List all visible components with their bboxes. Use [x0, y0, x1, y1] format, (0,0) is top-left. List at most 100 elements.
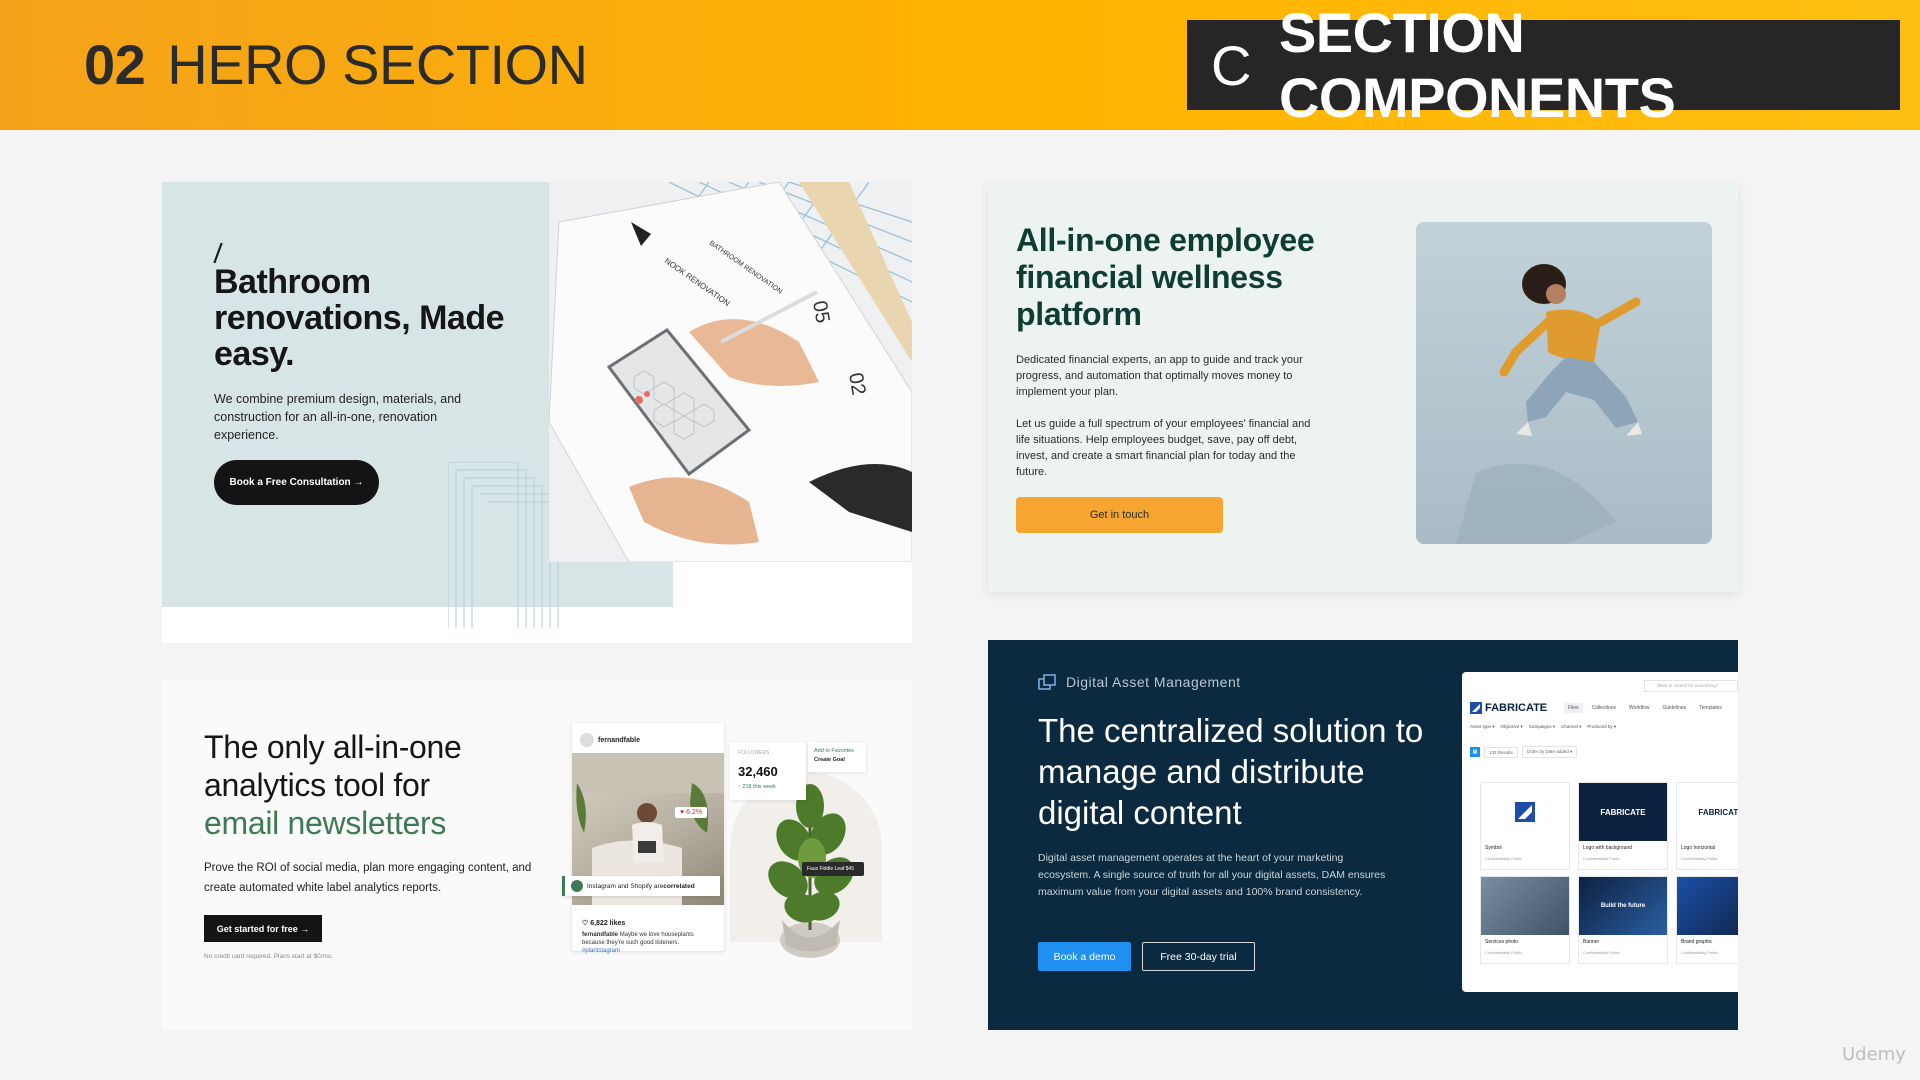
analytics-heading-line-2: analytics tool for — [204, 767, 430, 803]
filter-asset-type[interactable]: Asset type ▾ — [1470, 724, 1495, 730]
sort-dropdown[interactable]: Order by Date added ▾ — [1521, 746, 1578, 758]
get-in-touch-button[interactable]: Get in touch — [1016, 497, 1223, 533]
favorites-menu[interactable]: Add to Favorites Create Goal — [808, 742, 866, 772]
result-count: 132 Results — [1484, 746, 1518, 758]
filter-produced-by[interactable]: Produced by ▾ — [1587, 724, 1616, 730]
asset-name: Symbol — [1485, 845, 1502, 851]
section-header-banner: 02 HERO SECTION C SECTION COMPONENTS — [0, 0, 1920, 130]
category-badge: C SECTION COMPONENTS — [1187, 1, 1900, 129]
analytics-heading-line-1: The only all-in-one — [204, 729, 462, 765]
financial-wellness-hero-card: All-in-one employee financial wellness p… — [988, 182, 1738, 592]
followers-label: FOLLOWERS — [738, 750, 770, 756]
asset-thumbnail — [1481, 877, 1569, 935]
asset-meta: Confidentiality Public — [1583, 950, 1621, 955]
bathroom-description: We combine premium design, materials, an… — [214, 392, 462, 442]
section-title: 02 HERO SECTION — [84, 32, 588, 97]
asset-meta: Confidentiality Public — [1681, 950, 1719, 955]
category-letter: C — [1211, 33, 1251, 97]
insight-emphasis: correlated — [663, 882, 695, 890]
asset-name: Services photo — [1485, 939, 1519, 945]
asset-name: Banner — [1583, 939, 1600, 945]
analytics-hero-card: The only all-in-one analytics tool for e… — [162, 680, 912, 1030]
dam-heading: The centralized solution to manage and d… — [1038, 712, 1424, 831]
app-search-input[interactable]: Want to search for something? — [1644, 680, 1738, 692]
pricing-note: No credit card required. Plans start at … — [204, 953, 334, 960]
asset-thumbnail: FABRICATE — [1677, 783, 1738, 841]
wellness-heading: All-in-one employee financial wellness p… — [1016, 222, 1315, 332]
insight-icon — [571, 880, 583, 892]
bathroom-heading: Bathroom renovations, Made easy. — [214, 263, 505, 373]
filter-campaigns[interactable]: Campaigns ▾ — [1529, 724, 1555, 730]
post-username: fernandfable — [598, 737, 641, 744]
post-likes: ♡ 6,822 likes — [582, 920, 626, 927]
blueprint-number-2: 02 — [844, 371, 870, 397]
tab-collections[interactable]: Collections — [1588, 703, 1620, 713]
dam-description: Digital asset management operates at the… — [1038, 852, 1386, 898]
get-started-button[interactable]: Get started for free → — [204, 915, 322, 942]
instagram-post-card: fernandfable ♥ 6.2% ♡ 6,822 likes fernan… — [572, 723, 724, 954]
asset-tile[interactable]: FABRICATE Logo horizontal Confidentialit… — [1676, 782, 1738, 870]
bathroom-hero-card: NOOK RENOVATION BATHROOM RENOVATION 05 0… — [162, 182, 912, 643]
free-trial-button[interactable]: Free 30-day trial — [1142, 942, 1255, 971]
app-nav-tabs: Files Collections Workflow Guidelines Te… — [1564, 703, 1726, 713]
asset-meta: Confidentiality Public — [1485, 856, 1523, 861]
asset-thumbnail — [1677, 877, 1738, 935]
book-demo-button[interactable]: Book a demo — [1038, 942, 1131, 971]
udemy-watermark: Udemy — [1842, 1044, 1906, 1065]
asset-thumbnail: FABRICATE — [1579, 783, 1667, 841]
analytics-heading: The only all-in-one analytics tool for e… — [204, 728, 504, 842]
asset-meta: Confidentiality Public — [1485, 950, 1523, 955]
tab-files[interactable]: Files — [1564, 703, 1583, 713]
followers-stat-card: FOLLOWERS 32,460 ↑ 218 this week — [730, 742, 806, 800]
app-filters: Asset type ▾ Objective ▾ Campaigns ▾ Cha… — [1470, 724, 1616, 730]
caption-username: fernandfable — [582, 932, 619, 938]
tab-templates[interactable]: Templates — [1695, 703, 1726, 713]
asset-name: Logo horizontal — [1681, 845, 1716, 851]
engagement-badge: ♥ 6.2% — [675, 807, 708, 818]
wellness-paragraph-1: Dedicated financial experts, an app to g… — [1016, 354, 1303, 398]
tile-brand: FABRICATE — [1600, 807, 1646, 817]
followers-value: 32,460 — [738, 764, 778, 779]
fabricate-symbol-icon — [1515, 802, 1535, 822]
asset-thumbnail — [1481, 783, 1569, 841]
analytics-heading-accent: email newsletters — [204, 805, 447, 841]
section-number: 02 — [84, 33, 146, 96]
asset-meta: Confidentiality Public — [1583, 856, 1621, 861]
asset-tile[interactable]: FABRICATE Logo with background Confident… — [1578, 782, 1668, 870]
asset-tile[interactable]: Build the future Banner Confidentiality … — [1578, 876, 1668, 964]
fabricate-logo-icon — [1470, 702, 1482, 714]
tab-guidelines[interactable]: Guidelines — [1659, 703, 1691, 713]
filter-channel[interactable]: Channel ▾ — [1561, 724, 1581, 730]
create-goal-item[interactable]: Create Goal — [814, 756, 860, 765]
tile-brand: FABRICATE — [1698, 807, 1738, 817]
analytics-description: Prove the ROI of social media, plan more… — [204, 862, 532, 894]
asset-thumbnail: Build the future — [1579, 877, 1667, 935]
dam-kicker: Digital Asset Management — [1038, 674, 1241, 690]
followers-change: ↑ 218 this week — [738, 784, 776, 790]
asset-tile[interactable]: Symbol Confidentiality Public — [1480, 782, 1570, 870]
dam-app-screenshot: Want to search for something? FABRICATE … — [1462, 672, 1738, 992]
jumping-woman-photo — [1416, 222, 1712, 544]
fabricate-logo: FABRICATE — [1470, 702, 1547, 714]
asset-meta: Confidentiality Public — [1681, 856, 1719, 861]
filter-objective[interactable]: Objective ▾ — [1501, 724, 1523, 730]
insight-tag: Instagram and Shopify are correlated — [562, 876, 720, 896]
blueprint-number-1: 05 — [808, 299, 834, 325]
asset-tile[interactable]: Brand graphic Confidentiality Public — [1676, 876, 1738, 964]
book-consultation-button[interactable]: Book a Free Consultation → — [214, 460, 379, 505]
banner-tile-text: Build the future — [1600, 903, 1646, 909]
grid-view-toggle[interactable]: ▦ — [1470, 747, 1480, 757]
dam-kicker-text: Digital Asset Management — [1066, 674, 1241, 690]
dam-hero-card: Digital Asset Management The centralized… — [988, 640, 1738, 1030]
add-to-favorites-item[interactable]: Add to Favorites — [814, 747, 860, 756]
wellness-paragraph-2: Let us guide a full spectrum of your emp… — [1016, 418, 1311, 478]
post-caption: fernandfable Maybe we love houseplants b… — [582, 931, 712, 955]
asset-name: Brand graphic — [1681, 939, 1713, 945]
insight-text: Instagram and Shopify are — [587, 882, 664, 890]
blueprint-photo: NOOK RENOVATION BATHROOM RENOVATION 05 0… — [549, 182, 912, 562]
category-title: SECTION COMPONENTS — [1278, 1, 1676, 129]
asset-name: Logo with background — [1583, 845, 1632, 851]
tab-workflow[interactable]: Workflow — [1625, 703, 1653, 713]
asset-tile[interactable]: Services photo Confidentiality Public — [1480, 876, 1570, 964]
product-price-tag: Faux Fiddle Leaf $45 — [802, 862, 864, 876]
